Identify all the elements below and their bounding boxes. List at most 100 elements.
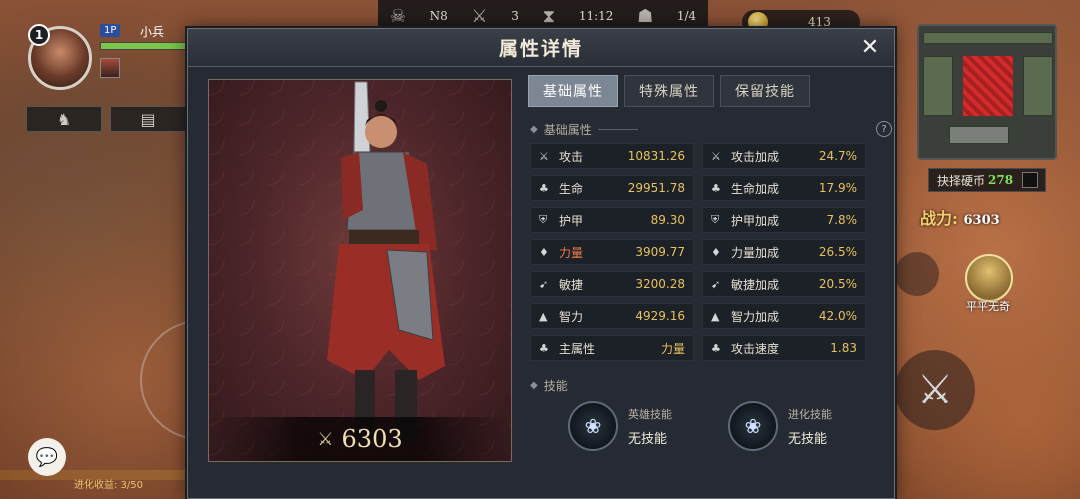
- stat-name: 敏捷加成: [731, 277, 780, 292]
- choice-coin-value: 278: [988, 173, 1014, 187]
- stat-row: ➹ 敏捷 3200.28: [530, 271, 694, 297]
- attack-speed-icon: ♣: [711, 341, 721, 355]
- stat-row: ▲ 智力 4929.16: [530, 303, 694, 329]
- player-hp-bar: [100, 42, 190, 50]
- minimap[interactable]: [917, 24, 1057, 160]
- stat-value: 17.9%: [818, 181, 857, 195]
- mount-button[interactable]: ♞: [26, 106, 102, 132]
- hero-head: [365, 116, 397, 148]
- armor-icon: ⛨: [539, 213, 548, 226]
- left-sleeve: [341, 152, 363, 220]
- stat-value: 26.5%: [818, 245, 857, 259]
- main-attr-icon: ♣: [539, 341, 549, 355]
- stat-value: 10831.26: [627, 149, 685, 163]
- belt: [349, 230, 419, 244]
- stat-value: 24.7%: [818, 149, 857, 163]
- intellect-up-icon: ▲: [711, 309, 720, 323]
- hero-skill-slot[interactable]: ❀ 英雄技能 无技能: [568, 401, 688, 451]
- stat-value: 7.8%: [826, 213, 858, 227]
- stat-value: 89.30: [650, 213, 685, 227]
- stat-name: 敏捷: [559, 277, 584, 292]
- stat-name: 生命加成: [731, 181, 780, 196]
- buff-icon[interactable]: [100, 58, 120, 78]
- basic-attributes-label: 基础属性: [543, 123, 592, 137]
- choice-coin-counter[interactable]: 抉择硬币 278: [928, 168, 1046, 192]
- evolution-skill-slot[interactable]: ❀ 进化技能 无技能: [728, 401, 848, 451]
- skill-slot[interactable]: [895, 252, 939, 296]
- skills-heading: ◆ 技能: [530, 377, 568, 394]
- chat-bubble-icon: 💬: [35, 446, 59, 468]
- stat-row: ♣ 攻击速度 1.83: [702, 335, 866, 361]
- sword-icon: ⚔: [539, 149, 549, 163]
- evolution-skill-value: 无技能: [788, 431, 828, 447]
- boss-mask-icon: ☗: [637, 5, 654, 27]
- stat-row: ⚔ 攻击加成 24.7%: [702, 143, 866, 169]
- stat-value: 29951.78: [627, 181, 685, 195]
- attribute-detail-dialog: 属性详情 ✕ ⚔ 6303 基础属性 特殊属性 保留技能 ◆ 基础属性 ? ⚔ …: [187, 28, 895, 499]
- stat-row: ➹ 敏捷加成 20.5%: [702, 271, 866, 297]
- strength-up-icon: ♦: [711, 245, 721, 259]
- hero-figure: [327, 81, 445, 442]
- player-hp-fill: [101, 43, 185, 49]
- gold-amount: 413: [808, 15, 831, 29]
- tab-basic-attributes[interactable]: 基础属性: [528, 75, 618, 107]
- map-code: N8: [429, 9, 448, 23]
- chat-button[interactable]: 💬: [28, 438, 66, 476]
- crossed-swords-icon: ⚔: [317, 428, 334, 450]
- help-icon[interactable]: ?: [876, 121, 892, 137]
- stat-value: 4929.16: [635, 309, 685, 323]
- inventory-button[interactable]: ▤: [110, 106, 186, 132]
- hero-power-bar: ⚔ 6303: [209, 417, 511, 461]
- stat-row: ♣ 生命加成 17.9%: [702, 175, 866, 201]
- hero-portrait-panel: ⚔ 6303: [208, 79, 512, 462]
- stat-value: 3909.77: [635, 245, 685, 259]
- hero-skill-label: 英雄技能: [628, 407, 672, 421]
- stat-row: ⛨ 护甲加成 7.8%: [702, 207, 866, 233]
- diamond-icon: ◆: [530, 124, 538, 135]
- stat-row: ♣ 主属性 力量: [530, 335, 694, 361]
- kill-count: 3: [511, 9, 519, 23]
- minimap-zone: [1023, 56, 1053, 116]
- attribute-tabs: 基础属性 特殊属性 保留技能: [528, 75, 810, 107]
- demon-skull-icon: ☠: [389, 5, 406, 27]
- ally-avatar[interactable]: [965, 254, 1013, 302]
- stat-value: 20.5%: [818, 277, 857, 291]
- stat-name: 攻击: [559, 149, 584, 164]
- stats-grid: ⚔ 攻击 10831.26 ⚔ 攻击加成 24.7% ♣ 生命 29951.78 ♣ 生命加成 17.…: [530, 143, 866, 361]
- game-time: 11:12: [578, 9, 614, 23]
- stat-name: 攻击加成: [731, 149, 780, 164]
- agility-icon: ➹: [539, 277, 549, 291]
- dialog-header: 属性详情 ✕: [188, 29, 894, 67]
- combat-power-value: 6303: [963, 213, 1000, 228]
- player-tag: 1P: [100, 24, 121, 37]
- skills-row: ❀ 英雄技能 无技能 ❀ 进化技能 无技能: [568, 401, 848, 451]
- player-level: 1: [28, 24, 50, 46]
- tab-special-attributes[interactable]: 特殊属性: [624, 75, 714, 107]
- tab-retained-skills[interactable]: 保留技能: [720, 75, 810, 107]
- stat-row: ⛨ 护甲 89.30: [530, 207, 694, 233]
- evolution-progress: 进化收益: 3/50: [74, 480, 144, 491]
- evolution-skill-label: 进化技能: [788, 407, 832, 421]
- lotus-icon: ❀: [568, 401, 618, 451]
- sword-up-icon: ⚔: [711, 149, 721, 163]
- stat-value: 3200.28: [635, 277, 685, 291]
- stat-name: 护甲加成: [731, 213, 780, 228]
- hourglass-icon: ⧗: [542, 5, 556, 27]
- stat-value: 42.0%: [818, 309, 857, 323]
- attack-button[interactable]: ⚔: [895, 350, 975, 430]
- minimap-enemy-zone: [963, 56, 1013, 116]
- player-name: 小兵: [140, 25, 165, 39]
- stat-value: 1.83: [830, 341, 857, 355]
- choice-coin-slot[interactable]: [1022, 172, 1039, 188]
- combat-power: 战力: 6303: [920, 205, 1000, 229]
- wave-counter: 1/4: [676, 9, 697, 23]
- minimap-base: [949, 126, 1009, 144]
- ally-name: 平平无奇: [966, 300, 1010, 313]
- stat-row: ⚔ 攻击 10831.26: [530, 143, 694, 169]
- stat-name: 主属性: [559, 341, 596, 356]
- stat-row: ♦ 力量 3909.77: [530, 239, 694, 265]
- chest-icon: ▤: [140, 109, 156, 129]
- mount-icon: ♞: [56, 109, 72, 129]
- strength-icon: ♦: [539, 245, 549, 259]
- close-button[interactable]: ✕: [858, 35, 882, 60]
